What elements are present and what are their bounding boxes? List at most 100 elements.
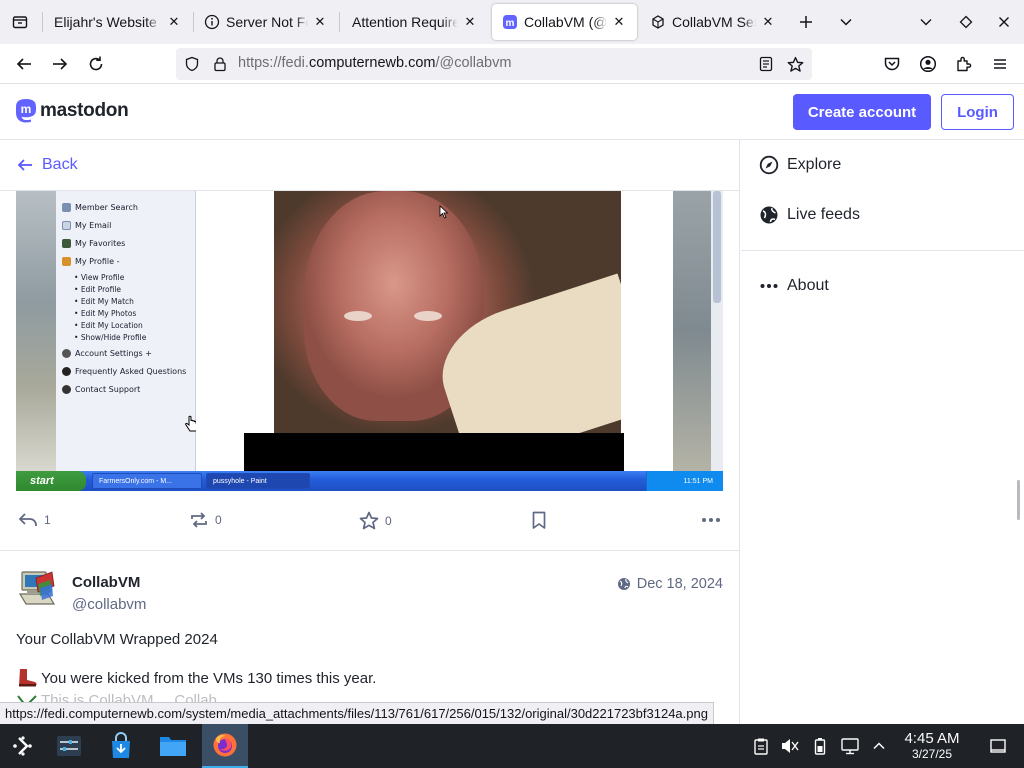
url-text[interactable]: https://fedi.computernewb.com/@collabvm <box>238 55 511 71</box>
chevron-down-icon <box>920 19 932 26</box>
tab-list-button[interactable] <box>0 0 40 44</box>
arrow-left-icon <box>16 58 31 70</box>
tab-server-not-found[interactable]: Server Not Found ✕ <box>194 4 338 40</box>
os-taskbar: 4:45 AM 3/27/25 <box>0 724 1024 768</box>
settings-sliders-icon <box>57 736 81 756</box>
lock-icon[interactable] <box>210 54 230 74</box>
show-desktop-button[interactable] <box>985 724 1011 768</box>
media-submenu-item: View Profile <box>80 273 125 282</box>
email-icon <box>62 221 71 230</box>
system-settings-button[interactable] <box>46 724 92 768</box>
close-icon[interactable]: ✕ <box>462 14 478 30</box>
page-scrollbar[interactable] <box>1017 480 1020 520</box>
create-account-button[interactable]: Create account <box>793 94 931 130</box>
browser-tab-strip: Elijahr's Website ✕ Server Not Found ✕ A… <box>0 0 1024 44</box>
new-tab-button[interactable] <box>786 0 826 44</box>
media-menu-item: Account Settings + <box>75 349 152 358</box>
volume-tray-icon[interactable] <box>777 724 803 768</box>
tab-collabvm-mastodon[interactable]: m CollabVM (@collabvm) ✕ <box>492 4 637 40</box>
xp-task-button: FarmersOnly.com - M... <box>92 473 202 489</box>
xp-task-label: FarmersOnly.com - M... <box>99 477 172 485</box>
reload-button[interactable] <box>80 48 112 80</box>
link-status-url: https://fedi.computernewb.com/system/med… <box>0 702 714 724</box>
network-tray-icon[interactable] <box>837 724 863 768</box>
sidebar-item-label: About <box>787 277 829 294</box>
sidebar-item-about[interactable]: About <box>759 276 829 296</box>
media-menu-item: My Favorites <box>75 239 126 248</box>
mastodon-logo[interactable]: m mastodon <box>14 98 129 124</box>
extensions-button[interactable] <box>948 48 980 80</box>
status-post[interactable]: CollabVM @collabvm Dec 18, 2024 Your Col… <box>0 552 739 724</box>
reader-view-icon[interactable] <box>756 54 776 74</box>
boot-icon <box>19 669 37 687</box>
sidebar-item-explore[interactable]: Explore <box>759 155 841 175</box>
back-link[interactable]: Back <box>0 140 739 191</box>
media-menu-item: Frequently Asked Questions <box>75 367 187 376</box>
back-nav-button[interactable] <box>8 48 40 80</box>
collabvm-icon <box>650 14 666 30</box>
boost-button[interactable]: 0 <box>189 511 222 529</box>
favourite-button[interactable]: 0 <box>359 511 392 530</box>
minimize-button[interactable] <box>906 0 946 44</box>
file-manager-button[interactable] <box>150 724 196 768</box>
post-line-text: You were kicked from the VMs 130 times t… <box>41 669 377 687</box>
close-icon[interactable]: ✕ <box>760 14 776 30</box>
tab-title: Attention Required <box>352 14 458 30</box>
favorites-icon <box>62 239 71 248</box>
more-options-button[interactable] <box>701 511 721 529</box>
media-attachment[interactable]: Member Search My Email My Favorites My P… <box>16 191 723 491</box>
chevron-down-icon <box>840 18 852 26</box>
reply-icon <box>18 513 37 526</box>
bookmark-star-icon[interactable] <box>785 54 805 74</box>
close-icon[interactable]: ✕ <box>166 14 182 30</box>
post-handle[interactable]: @collabvm <box>72 596 146 613</box>
globe-icon <box>617 578 630 590</box>
battery-tray-icon[interactable] <box>807 724 833 768</box>
close-icon <box>999 17 1009 27</box>
reply-button[interactable]: 1 <box>18 511 51 529</box>
login-button[interactable]: Login <box>941 94 1014 130</box>
arrow-cursor-icon <box>439 205 449 219</box>
avatar[interactable] <box>18 570 58 610</box>
boost-icon <box>191 512 207 528</box>
sidebar-item-live-feeds[interactable]: Live feeds <box>759 205 860 225</box>
tab-overflow-button[interactable] <box>826 0 866 44</box>
close-window-button[interactable] <box>984 0 1024 44</box>
clipboard-icon <box>754 738 768 755</box>
reply-count: 1 <box>44 513 51 527</box>
sidebar-item-label: Live feeds <box>787 206 860 223</box>
menu-button[interactable] <box>984 48 1016 80</box>
media-menu-item: Member Search <box>75 203 138 212</box>
profile-icon <box>62 257 71 266</box>
battery-icon <box>814 738 826 755</box>
forward-nav-button[interactable] <box>44 48 76 80</box>
account-button[interactable] <box>912 48 944 80</box>
media-submenu-item: Edit My Location <box>80 321 143 330</box>
tab-elijahr-website[interactable]: Elijahr's Website ✕ <box>44 4 192 40</box>
firefox-taskbar-button[interactable] <box>202 724 248 768</box>
pocket-button[interactable] <box>876 48 908 80</box>
mastodon-header: m mastodon Create account Login <box>0 84 1024 140</box>
post-display-name[interactable]: CollabVM <box>72 574 140 591</box>
taskbar-clock[interactable]: 4:45 AM 3/27/25 <box>896 730 968 762</box>
bookmark-button[interactable] <box>531 511 547 530</box>
shield-icon[interactable] <box>182 54 202 74</box>
clipboard-tray-icon[interactable] <box>748 724 774 768</box>
url-bar[interactable]: https://fedi.computernewb.com/@collabvm <box>176 48 812 80</box>
post-timestamp[interactable]: Dec 18, 2024 <box>617 576 723 592</box>
software-center-button[interactable] <box>98 724 144 768</box>
tray-expand-button[interactable] <box>866 724 892 768</box>
url-prefix: https://fedi. <box>238 55 309 71</box>
maximize-button[interactable] <box>946 0 986 44</box>
mastodon-wordmark: mastodon <box>40 100 129 121</box>
close-icon[interactable]: ✕ <box>312 14 328 30</box>
tab-attention-required[interactable]: Attention Required ✕ <box>342 4 488 40</box>
firefox-icon <box>213 733 237 757</box>
sidebar-item-label: Explore <box>787 156 842 173</box>
media-photo <box>274 191 621 433</box>
tab-collabvm-server[interactable]: CollabVM Server ✕ <box>640 4 786 40</box>
app-launcher-button[interactable] <box>0 724 46 768</box>
puzzle-icon <box>957 56 972 72</box>
bookmark-icon <box>532 511 546 529</box>
close-icon[interactable]: ✕ <box>611 14 627 30</box>
